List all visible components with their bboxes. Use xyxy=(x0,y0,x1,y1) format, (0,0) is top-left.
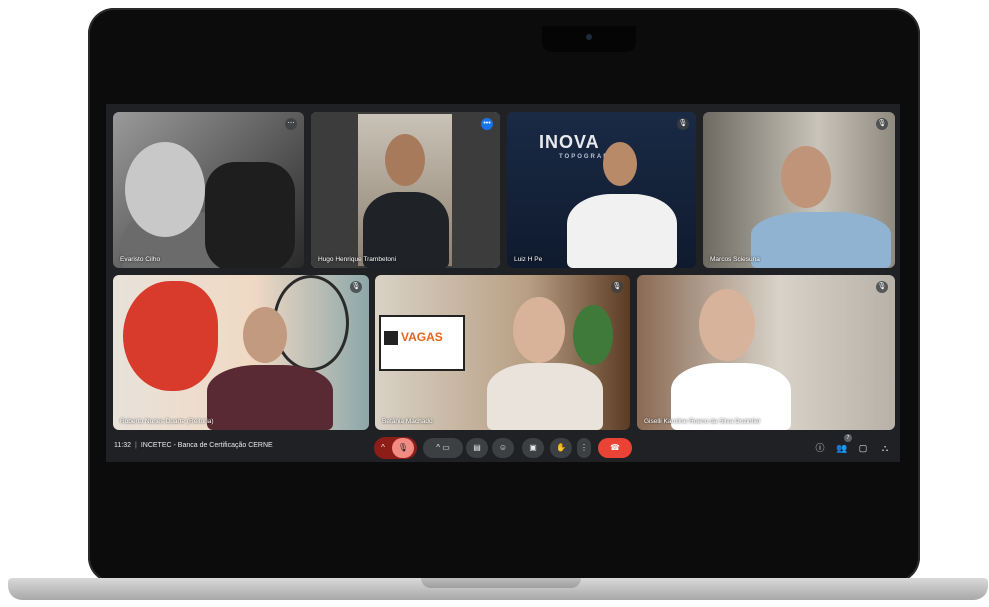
participant-name: Betânia Machado xyxy=(382,418,433,425)
person-silhouette xyxy=(751,212,891,268)
person-silhouette xyxy=(207,365,333,430)
more-options-button[interactable]: ⋮ xyxy=(577,438,591,458)
brand-sign: INOVA xyxy=(539,132,600,152)
participant-tile[interactable]: VAGAS 🎙 Betânia Machado xyxy=(375,275,630,430)
captions-button[interactable]: ▤ xyxy=(466,438,488,458)
person-head xyxy=(603,142,637,186)
mic-off-icon: 🎙 xyxy=(876,281,888,293)
plant xyxy=(573,305,613,365)
person-head xyxy=(781,146,831,208)
participant-name: Roberto Nunes Duarte (Reitoria) xyxy=(120,418,214,425)
participant-tile[interactable]: ⋯ Evaristo Cilho xyxy=(113,112,304,268)
meeting-details-icon[interactable]: ⓘ xyxy=(814,442,826,454)
webcam-icon xyxy=(586,34,592,40)
meeting-time: 11:32 xyxy=(114,442,131,449)
raise-hand-button[interactable]: ✋ xyxy=(550,438,572,458)
mic-off-icon: 🎙 xyxy=(611,281,623,293)
participant-name: Luiz H Pe xyxy=(514,256,543,263)
chair xyxy=(205,162,295,268)
mic-off-icon: 🎙 xyxy=(677,118,689,130)
participant-name: Marcos Sciesuna xyxy=(710,256,760,263)
person-head xyxy=(125,142,205,237)
participant-name: Giselli Karoline Roeno da Silva Dozinfie… xyxy=(644,418,760,425)
participant-tile[interactable]: 🎙 Roberto Nunes Duarte (Reitoria) xyxy=(113,275,369,430)
meeting-info: 11:32 | INCETEC - Banca de Certificação CE… xyxy=(114,442,273,449)
participant-tile-active[interactable]: ••• Hugo Henrique Trambetoni xyxy=(311,112,500,268)
meet-screen: ⋯ Evaristo Cilho ••• Hugo Henrique Tramb… xyxy=(106,104,900,462)
emoji-reaction-button[interactable]: ☺ xyxy=(492,438,514,458)
meet-control-bar: 11:32 | INCETEC - Banca de Certificação CE… xyxy=(106,432,900,462)
mic-off-icon: 🎙 xyxy=(876,118,888,130)
camera-notch xyxy=(542,26,636,52)
hang-up-button[interactable]: ☎ xyxy=(598,438,632,458)
person-head xyxy=(243,307,287,363)
present-screen-button[interactable]: ▣ xyxy=(522,438,544,458)
mic-off-icon: 🎙 xyxy=(350,281,362,293)
participants-count-badge: 7 xyxy=(844,434,852,442)
chat-icon[interactable]: ▢ xyxy=(857,442,869,454)
participant-name: Hugo Henrique Trambetoni xyxy=(318,256,397,263)
vagas-logo-text: VAGAS xyxy=(401,330,443,344)
participant-tile[interactable]: INOVA TOPOGRAF 🎙 Luiz H Pe xyxy=(507,112,696,268)
participant-tile[interactable]: 🎙 Giselli Karoline Roeno da Silva Dozinf… xyxy=(637,275,895,430)
laptop-base xyxy=(8,578,988,600)
speaking-icon: ••• xyxy=(481,118,493,130)
brand-sub: TOPOGRAF xyxy=(559,154,609,160)
separator: | xyxy=(135,442,137,449)
people-icon[interactable]: 👥 xyxy=(836,442,848,454)
logo-icon xyxy=(384,331,398,345)
participant-name: Evaristo Cilho xyxy=(120,256,161,263)
meeting-title: INCETEC - Banca de Certificação CERNE xyxy=(140,442,273,449)
mic-options-chevron-icon[interactable]: ^ xyxy=(376,438,390,458)
activities-icon[interactable]: ⛬ xyxy=(879,442,891,454)
person-head xyxy=(699,289,755,361)
person-silhouette xyxy=(487,363,603,430)
laptop-opening-notch xyxy=(421,578,581,588)
person-head xyxy=(385,134,425,186)
tv-screen: VAGAS xyxy=(379,315,465,371)
mic-toggle-button[interactable]: 🎙 xyxy=(392,438,414,458)
camera-toggle-button[interactable]: ^ ▭ xyxy=(423,438,463,458)
more-icon[interactable]: ⋯ xyxy=(285,118,297,130)
participant-tile[interactable]: 🎙 Marcos Sciesuna xyxy=(703,112,895,268)
person-head xyxy=(513,297,565,363)
person-silhouette xyxy=(567,194,677,268)
wall-mural xyxy=(123,281,218,391)
